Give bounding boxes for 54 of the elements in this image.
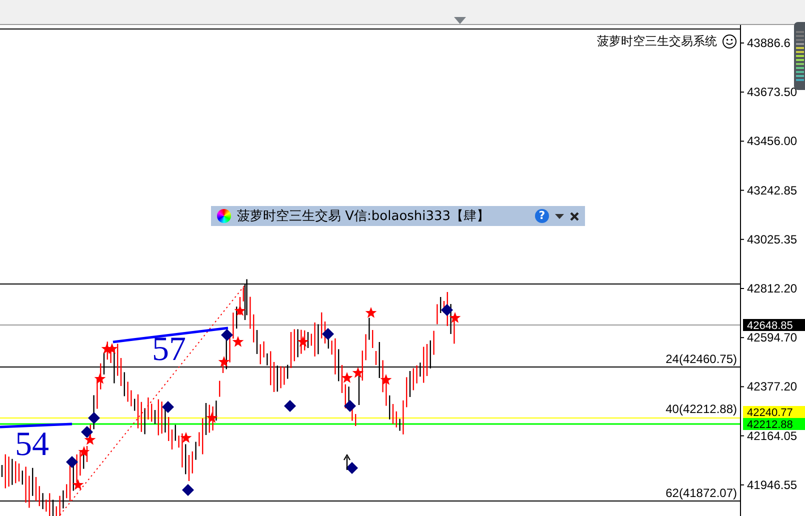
axis-label: 42812.20 bbox=[747, 282, 798, 296]
close-icon[interactable] bbox=[570, 212, 579, 220]
star-marker bbox=[297, 336, 309, 347]
star-marker bbox=[78, 446, 90, 457]
axis-label: 43673.50 bbox=[747, 85, 798, 100]
diamond-marker bbox=[284, 400, 296, 412]
arrow-icon bbox=[343, 454, 351, 470]
star-marker bbox=[352, 367, 364, 378]
diamond-marker bbox=[88, 412, 100, 424]
star-marker bbox=[365, 307, 377, 318]
star-marker bbox=[206, 412, 218, 423]
star-marker bbox=[234, 305, 246, 316]
price-tag: 42648.85 bbox=[743, 319, 805, 332]
level-label: 40(42212.88) bbox=[666, 402, 737, 416]
axis-label: 43025.35 bbox=[747, 232, 798, 246]
star-marker bbox=[232, 336, 244, 347]
diamond-marker bbox=[221, 329, 233, 341]
color-wheel-icon bbox=[217, 209, 231, 223]
axis-label: 43242.85 bbox=[747, 183, 798, 198]
axis-label: 42377.20 bbox=[747, 380, 798, 394]
star-marker bbox=[180, 432, 192, 443]
help-button[interactable]: ? bbox=[535, 209, 549, 223]
star-marker bbox=[84, 434, 96, 445]
diamond-marker bbox=[182, 484, 194, 496]
diamond-marker bbox=[322, 328, 334, 340]
diamond-marker bbox=[162, 401, 174, 413]
smiley-icon bbox=[722, 34, 737, 49]
star-marker bbox=[341, 372, 353, 383]
star-marker bbox=[380, 374, 392, 385]
indicator-title: 菠萝时空三生交易系统 bbox=[597, 33, 717, 50]
price-tag: 42240.77 bbox=[743, 406, 805, 419]
price-tag: 42212.88 bbox=[743, 418, 805, 431]
dropdown-icon[interactable] bbox=[555, 214, 564, 218]
star-marker bbox=[106, 343, 118, 354]
star-marker bbox=[449, 312, 461, 323]
diamond-marker bbox=[344, 400, 356, 412]
panel-title: 菠萝时空三生交易 V信:bolaoshi333【肆】 bbox=[237, 208, 491, 225]
diamond-marker bbox=[81, 426, 93, 438]
star-marker bbox=[72, 479, 84, 490]
diamond-marker bbox=[346, 462, 358, 474]
star-marker bbox=[94, 373, 106, 384]
wave-count: 57 bbox=[152, 331, 186, 368]
axis-label: 41946.55 bbox=[747, 478, 798, 492]
level-label: 62(41872.07) bbox=[666, 486, 737, 500]
star-marker bbox=[218, 356, 230, 367]
axis-label: 42594.70 bbox=[747, 330, 798, 345]
wave-count: 54 bbox=[15, 426, 49, 463]
diamond-marker bbox=[66, 456, 78, 468]
axis-label: 42164.05 bbox=[747, 428, 798, 443]
level-label: 24(42460.75) bbox=[666, 352, 737, 366]
axis-label: 43886.6 bbox=[747, 36, 790, 50]
diamond-marker bbox=[441, 304, 453, 316]
axis-label: 43456.00 bbox=[747, 134, 798, 148]
dropdown-tab-icon[interactable] bbox=[454, 17, 466, 24]
